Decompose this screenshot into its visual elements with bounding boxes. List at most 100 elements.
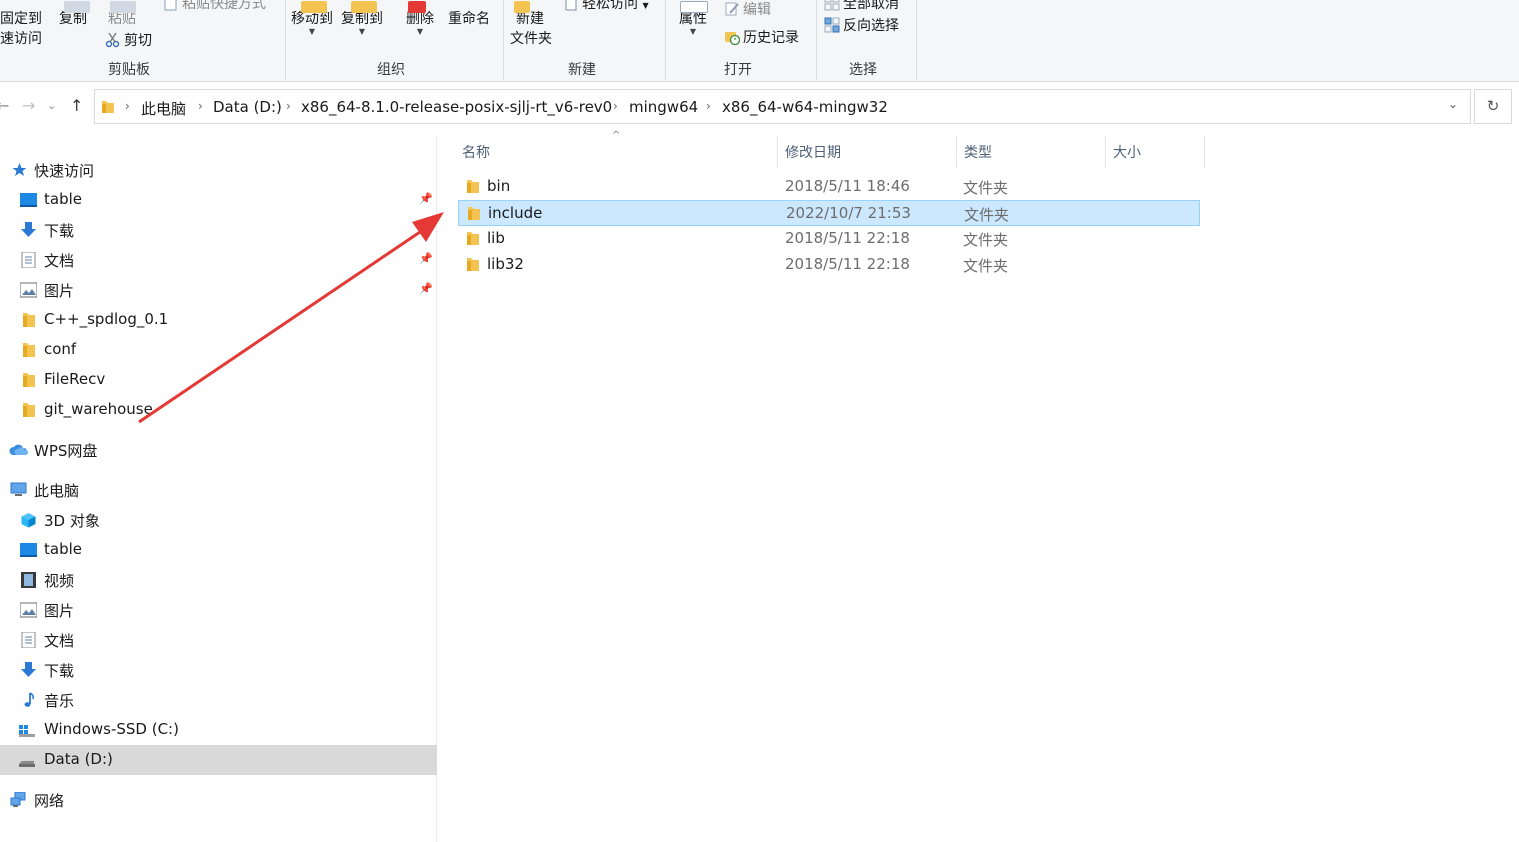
edit-label: 编辑 — [743, 2, 771, 18]
nav-pc-videos[interactable]: 视频 — [0, 565, 437, 595]
rename-button[interactable]: 重命名 — [448, 9, 490, 29]
pin-icon[interactable]: 📌 — [419, 282, 433, 296]
pin-icon[interactable]: 📌 — [419, 252, 433, 266]
copy-to-button[interactable]: 复制到 ▼ — [341, 1, 383, 36]
nav-pc-3d-objects[interactable]: 3D 对象 — [0, 505, 437, 535]
folder-icon — [23, 343, 35, 357]
copy-icon — [64, 1, 90, 13]
column-divider[interactable] — [956, 136, 957, 168]
nav-quick-table[interactable]: table 📌 — [0, 185, 437, 215]
invert-selection-button[interactable]: 反向选择 — [824, 16, 899, 36]
picture-icon — [20, 602, 37, 618]
edit-button[interactable]: 编辑 — [724, 0, 771, 20]
paste-button[interactable]: 粘贴 — [108, 1, 136, 29]
cloud-icon — [9, 444, 29, 455]
address-history-chevron-icon[interactable]: ⌄ — [1448, 97, 1458, 111]
copy-label: 复制 — [59, 11, 87, 27]
column-divider[interactable] — [777, 136, 778, 168]
cut-button[interactable]: 剪切 — [105, 31, 152, 51]
nav-label: git_warehouse — [44, 400, 153, 418]
recent-chevron-down-icon[interactable]: ⌄ — [47, 99, 56, 112]
breadcrumb-separator-icon[interactable]: › — [125, 99, 130, 113]
easy-access-button[interactable]: 轻松访问 ▼ — [563, 0, 649, 16]
column-header-date[interactable]: 修改日期 — [785, 142, 841, 162]
nav-wps-cloud[interactable]: WPS网盘 — [0, 435, 437, 465]
nav-pc-pictures[interactable]: 图片 — [0, 595, 437, 625]
forward-arrow-icon[interactable]: → — [22, 96, 35, 115]
nav-quick-access[interactable]: 快速访问 — [0, 155, 437, 185]
refresh-button[interactable]: ↻ — [1474, 89, 1512, 124]
copy-button[interactable]: 复制 — [59, 1, 90, 29]
delete-icon — [408, 1, 426, 13]
nav-label: 视频 — [44, 572, 75, 590]
pin-icon[interactable]: 📌 — [419, 222, 433, 236]
refresh-icon: ↻ — [1486, 97, 1500, 115]
paste-icon — [110, 1, 136, 13]
nav-quick-spdlog[interactable]: C++_spdlog_0.1 — [0, 305, 437, 335]
file-date: 2018/5/11 18:46 — [785, 177, 910, 195]
ribbon-separator — [285, 0, 286, 80]
select-none-label: 全部取消 — [843, 0, 899, 12]
breadcrumb-separator-icon[interactable]: › — [706, 99, 711, 113]
nav-network[interactable]: 网络 — [0, 785, 437, 815]
column-divider[interactable] — [1204, 136, 1205, 168]
desktop-icon — [20, 193, 37, 207]
nav-pc-music[interactable]: 音乐 — [0, 685, 437, 715]
breadcrumb-x86-64-w64-mingw32[interactable]: x86_64-w64-mingw32 — [722, 98, 888, 116]
music-note-icon — [24, 692, 34, 707]
breadcrumb-separator-icon[interactable]: › — [198, 99, 203, 113]
nav-quick-filerecv[interactable]: FileRecv — [0, 365, 437, 395]
file-row-bin[interactable]: bin 2018/5/11 18:46 文件夹 — [458, 174, 1200, 200]
delete-button[interactable]: 删除 ▼ — [406, 1, 434, 36]
pin-icon[interactable]: 📌 — [419, 192, 433, 206]
breadcrumb-mingw-release[interactable]: x86_64-8.1.0-release-posix-sjlj-rt_v6-re… — [301, 98, 612, 116]
nav-pc-table[interactable]: table — [0, 535, 437, 565]
sort-ascending-icon: ^ — [612, 130, 621, 141]
nav-this-pc[interactable]: 此电脑 — [0, 475, 437, 505]
breadcrumb-separator-icon[interactable]: › — [286, 99, 291, 113]
paste-shortcut-icon — [164, 0, 177, 11]
folder-icon — [102, 101, 114, 113]
network-icon — [10, 792, 26, 807]
file-name: include — [488, 204, 543, 222]
nav-pc-downloads[interactable]: 下载 — [0, 655, 437, 685]
pin-to-quick-access-button[interactable]: 固定到 速访问 — [0, 9, 42, 49]
file-row-lib[interactable]: lib 2018/5/11 22:18 文件夹 — [458, 226, 1200, 252]
file-type: 文件夹 — [963, 231, 1009, 249]
breadcrumb-data-drive[interactable]: Data (D:) — [213, 98, 282, 116]
breadcrumb-mingw64[interactable]: mingw64 — [629, 98, 698, 116]
nav-pc-documents[interactable]: 文档 — [0, 625, 437, 655]
properties-label: 属性 — [679, 11, 707, 27]
nav-quick-git-warehouse[interactable]: git_warehouse — [0, 395, 437, 425]
up-arrow-icon[interactable]: ↑ — [70, 96, 83, 115]
column-header-type[interactable]: 类型 — [964, 142, 992, 162]
file-type: 文件夹 — [964, 206, 1010, 224]
nav-pc-windows-ssd[interactable]: Windows-SSD (C:) — [0, 715, 437, 745]
address-bar[interactable]: › 此电脑 › Data (D:) › x86_64-8.1.0-release… — [94, 89, 1471, 124]
history-button[interactable]: 历史记录 — [724, 28, 799, 48]
file-row-lib32[interactable]: lib32 2018/5/11 22:18 文件夹 — [458, 252, 1200, 278]
nav-quick-documents[interactable]: 文档 📌 — [0, 245, 437, 275]
back-arrow-icon[interactable]: ← — [0, 96, 9, 115]
nav-label: 此电脑 — [34, 482, 80, 500]
new-folder-button[interactable]: 新建 文件夹 — [510, 1, 552, 49]
paste-shortcut-button[interactable]: 粘贴快捷方式 — [163, 0, 266, 14]
nav-quick-downloads[interactable]: 下载 📌 — [0, 215, 437, 245]
file-row-include[interactable]: include 2022/10/7 21:53 文件夹 — [458, 200, 1200, 226]
address-row: ← → ⌄ ↑ › 此电脑 › Data (D:) › x86_64-8.1.0… — [0, 82, 1519, 132]
column-header-size[interactable]: 大小 — [1113, 142, 1141, 162]
select-none-icon — [824, 0, 840, 11]
breadcrumb-separator-icon[interactable]: › — [613, 99, 618, 113]
history-label: 历史记录 — [743, 30, 799, 46]
move-to-button[interactable]: 移动到 ▼ — [291, 1, 333, 36]
select-none-button[interactable]: 全部取消 — [824, 0, 899, 14]
edit-icon — [725, 2, 739, 16]
column-header-name[interactable]: 名称 — [462, 142, 490, 162]
nav-quick-conf[interactable]: conf — [0, 335, 437, 365]
nav-pc-data-drive[interactable]: Data (D:) — [0, 745, 437, 775]
column-divider[interactable] — [1105, 136, 1106, 168]
nav-quick-pictures[interactable]: 图片 📌 — [0, 275, 437, 305]
properties-button[interactable]: 属性 ▼ — [679, 1, 708, 36]
breadcrumb-this-pc[interactable]: 此电脑 — [141, 98, 186, 119]
chevron-down-icon: ▼ — [689, 27, 697, 36]
